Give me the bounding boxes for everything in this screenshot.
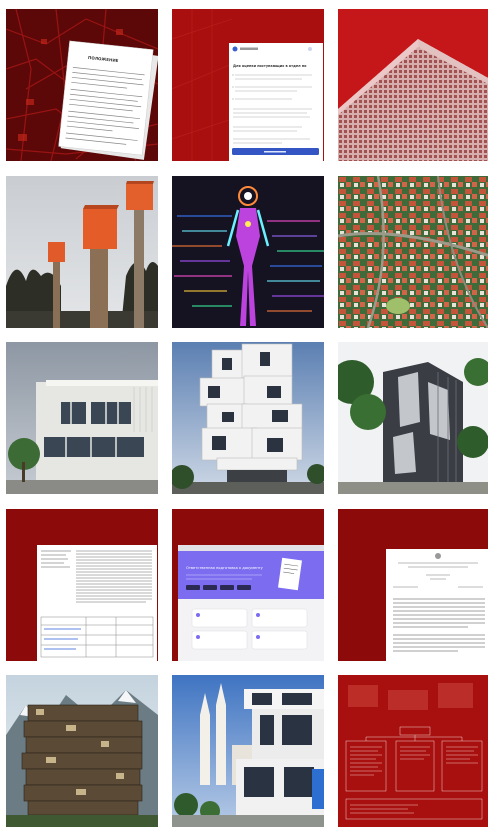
tile-1-image: ПОЛОЖЕНИЕ: [6, 9, 158, 161]
tile-15-image: [338, 675, 488, 827]
tile-document-map[interactable]: ПОЛОЖЕНИЕ: [6, 9, 158, 161]
tile-12-image: [338, 509, 488, 661]
tile-3-image: [338, 9, 488, 161]
tile-9-image: [338, 342, 488, 494]
tile-5-image: [172, 176, 324, 328]
tile-web-form[interactable]: Для оценки поступающих в отдел по: [172, 9, 324, 161]
tile-4-image: [6, 176, 158, 328]
tile-13-image: [6, 675, 158, 827]
tile-aerial-rooftops[interactable]: [338, 176, 488, 328]
tile-document-table[interactable]: [6, 509, 158, 661]
tile-formal-document[interactable]: [338, 509, 488, 661]
tile-glass-office[interactable]: [338, 342, 488, 494]
tile-ruined-house[interactable]: [6, 675, 158, 827]
tile-7-image: [6, 342, 158, 494]
tile-cubic-tower[interactable]: [172, 342, 324, 494]
tile-red-flowchart[interactable]: [338, 675, 488, 827]
tile-11-image: Ответственная подготовка к документу: [172, 509, 324, 661]
form-title: Для оценки поступающих в отдел по: [233, 64, 307, 68]
tile-2-image: Для оценки поступающих в отдел по: [172, 9, 324, 161]
tile-red-building[interactable]: [338, 9, 488, 161]
tile-birdhouses[interactable]: [6, 176, 158, 328]
tile-10-image: [6, 509, 158, 661]
tile-neon-robot[interactable]: [172, 176, 324, 328]
tile-purple-webpage[interactable]: Ответственная подготовка к документу: [172, 509, 324, 661]
tile-white-building[interactable]: [6, 342, 158, 494]
tile-building-church[interactable]: [172, 675, 324, 827]
tile-8-image: [172, 342, 324, 494]
page-heading: Ответственная подготовка к документу: [186, 566, 264, 570]
tile-14-image: [172, 675, 324, 827]
tile-6-image: [338, 176, 488, 328]
image-grid: ПОЛОЖЕНИЕ Для оценки поступающих в отдел…: [0, 0, 488, 827]
